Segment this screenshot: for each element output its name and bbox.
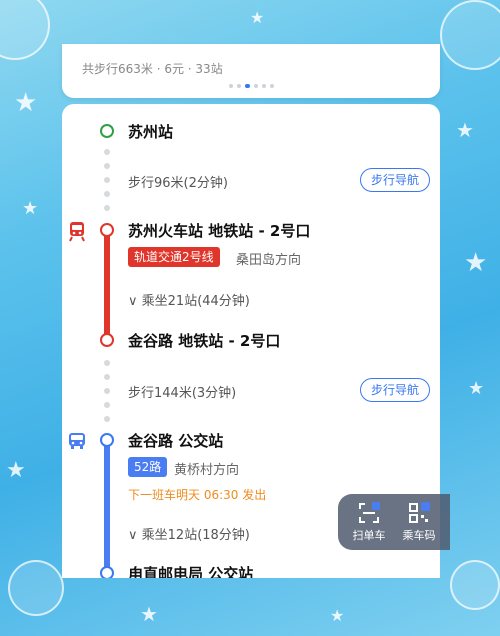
page-dot	[261, 84, 266, 88]
bus-ride-info-text: 乘坐12站(18分钟)	[141, 528, 250, 543]
bus-direction: 黄桥村方向	[174, 463, 240, 478]
metro-line-badge[interactable]: 轨道交通2号线	[128, 247, 220, 267]
chevron-down-icon: ∨	[128, 528, 138, 543]
qr-code-icon	[408, 502, 430, 524]
route-summary-card[interactable]: 共步行663米 · 6元 · 33站	[62, 44, 440, 98]
metro-board-station: 苏州火车站 地铁站 - 2号口	[128, 222, 311, 240]
page-dot-active	[244, 84, 250, 88]
walk-segment-1-text: 步行96米(2分钟)	[128, 176, 228, 191]
bus-line-badge[interactable]: 52路	[128, 457, 168, 477]
walk-dot	[104, 360, 110, 366]
walk-segment-2-text: 步行144米(3分钟)	[128, 386, 237, 401]
next-bus-notice: 下一班车明天 06:30 发出	[128, 488, 267, 502]
bus-line-track	[104, 440, 110, 578]
walk-navigation-button-2[interactable]: 步行导航	[360, 378, 431, 402]
walk-dot	[104, 177, 110, 183]
metro-alight-station: 金谷路 地铁站 - 2号口	[128, 332, 281, 350]
bus-board-node-icon	[100, 433, 114, 447]
scan-bike-button[interactable]: 扫单车	[344, 502, 394, 543]
walk-dot	[104, 191, 110, 197]
walk-dot	[104, 402, 110, 408]
metro-ride-info-toggle[interactable]: ∨ 乘坐21站(44分钟)	[128, 290, 250, 309]
walk-dot	[104, 374, 110, 380]
walk-dot	[104, 205, 110, 211]
scan-bike-label: 扫单车	[352, 529, 386, 542]
start-node-icon	[100, 124, 114, 138]
metro-train-icon	[66, 220, 88, 242]
metro-ride-info-text: 乘坐21站(44分钟)	[141, 294, 250, 309]
metro-board-node-icon	[100, 223, 114, 237]
metro-alight-node-icon	[100, 333, 114, 347]
bus-board-station: 金谷路 公交站	[128, 432, 224, 450]
floating-action-panel: 扫单车 乘车码	[338, 494, 450, 550]
ride-code-label: 乘车码	[402, 529, 436, 542]
ride-code-button[interactable]: 乘车码	[394, 502, 444, 543]
bus-alight-node-icon	[100, 566, 114, 578]
page-dot	[253, 84, 258, 88]
page-dot	[269, 84, 274, 88]
chevron-down-icon: ∨	[128, 294, 138, 309]
bus-icon	[66, 430, 88, 452]
page-indicator	[62, 84, 440, 88]
bus-ride-info-toggle[interactable]: ∨ 乘坐12站(18分钟)	[128, 524, 250, 543]
walk-dot	[104, 416, 110, 422]
metro-line-track	[104, 230, 110, 342]
route-summary-text: 共步行663米 · 6元 · 33站	[82, 62, 223, 76]
metro-direction: 桑田岛方向	[236, 253, 302, 268]
page-dot	[228, 84, 233, 88]
walk-navigation-button-1[interactable]: 步行导航	[360, 168, 431, 192]
walk-dot	[104, 388, 110, 394]
scan-icon	[358, 502, 380, 524]
walk-dot	[104, 163, 110, 169]
page-dot	[236, 84, 241, 88]
start-station: 苏州站	[128, 123, 174, 141]
walk-dot	[104, 149, 110, 155]
bus-alight-station: 甪直邮电局 公交站	[128, 565, 254, 578]
